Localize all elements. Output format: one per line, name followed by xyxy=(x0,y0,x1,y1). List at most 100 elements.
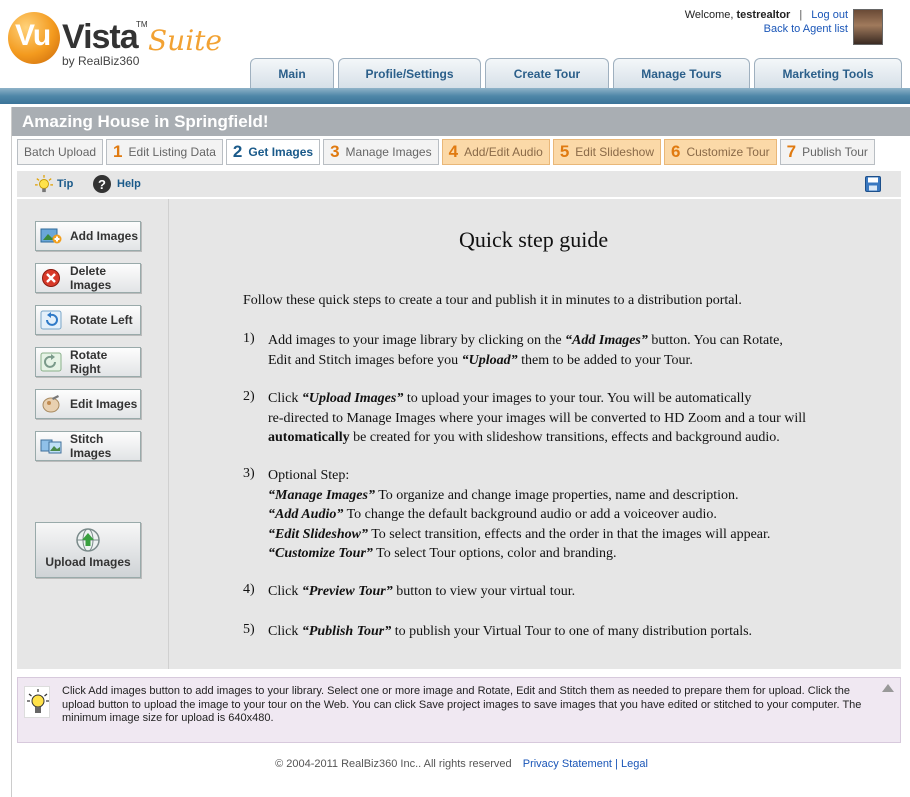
collapse-up-icon[interactable] xyxy=(882,684,894,692)
step-text: Edit and Stitch images before you xyxy=(268,352,462,368)
upload-images-button[interactable]: Upload Images xyxy=(35,522,141,578)
tab-marketing-tools[interactable]: Marketing Tools xyxy=(754,58,902,88)
rotate-left-label: Rotate Left xyxy=(70,313,133,327)
tab-create-tour[interactable]: Create Tour xyxy=(485,58,609,88)
logo-byline: by RealBiz360 xyxy=(62,54,140,68)
step-label: Edit Listing Data xyxy=(128,145,216,159)
lightbulb-icon xyxy=(35,175,53,193)
rotate-right-button[interactable]: Rotate Right xyxy=(35,347,141,377)
step-edit-listing-data[interactable]: 1 Edit Listing Data xyxy=(106,139,223,165)
upload-images-label: Upload Images xyxy=(45,555,131,569)
help-label: Help xyxy=(117,178,141,190)
step-manage-images[interactable]: 3 Manage Images xyxy=(323,139,439,165)
rotate-left-icon xyxy=(40,310,62,330)
welcome-separator: | xyxy=(799,9,803,21)
step-text: re-directed to Manage Images where your … xyxy=(268,410,807,426)
step-number: 5 xyxy=(559,142,570,161)
step-emphasis: “Preview Tour” xyxy=(301,584,393,599)
step-number: 7 xyxy=(786,142,797,161)
step-marker: 1) xyxy=(243,331,255,346)
tab-manage-tours[interactable]: Manage Tours xyxy=(613,58,750,88)
toolbar: Tip ? Help xyxy=(17,171,901,197)
step-emphasis: “Add Images” xyxy=(565,333,648,348)
step-label: Batch Upload xyxy=(24,145,97,159)
logout-link[interactable]: Log out xyxy=(811,9,848,21)
step-emphasis: “Upload” xyxy=(461,352,518,368)
logo-vista: Vista xyxy=(62,18,139,56)
step-number: 3 xyxy=(330,142,340,161)
step-number: 2 xyxy=(232,142,243,161)
step-label: Customize Tour xyxy=(686,145,770,159)
page-title: Amazing House in Springfield! xyxy=(22,112,269,131)
rotate-right-label: Rotate Right xyxy=(70,348,108,376)
step-text: To change the default background audio o… xyxy=(343,507,717,522)
welcome-area: Welcome, testrealtor | Log out xyxy=(685,9,848,21)
tip-label: Tip xyxy=(57,178,74,190)
legal-link[interactable]: Legal xyxy=(621,758,648,770)
upload-globe-icon xyxy=(76,528,100,552)
stitch-icon xyxy=(40,439,62,454)
username: testrealtor xyxy=(736,9,791,21)
step-text: button. You can Rotate, xyxy=(647,333,783,348)
step-emphasis: “Customize Tour” xyxy=(268,546,373,561)
step-add-edit-audio[interactable]: 4 Add/Edit Audio xyxy=(441,139,550,165)
step-marker: 5) xyxy=(243,622,255,637)
avatar xyxy=(853,9,883,45)
step-marker: 4) xyxy=(243,582,255,597)
rotate-right-icon xyxy=(40,352,62,372)
info-panel: Click Add images button to add images to… xyxy=(17,677,901,743)
info-text: Click Add images button to add images to… xyxy=(62,685,862,724)
help-button[interactable]: ? Help xyxy=(93,175,141,193)
vuvista-logo: Vu Vista TM Suite by RealBiz360 xyxy=(6,8,226,70)
privacy-link[interactable]: Privacy Statement xyxy=(523,758,612,770)
step-text: Click xyxy=(268,391,302,406)
step-text: Add images to your image library by clic… xyxy=(268,333,566,348)
footer: © 2004-2011 RealBiz360 Inc.. All rights … xyxy=(12,758,910,770)
edit-images-button[interactable]: Edit Images xyxy=(35,389,141,419)
step-emphasis: “Edit Slideshow” xyxy=(268,526,368,542)
rotate-left-button[interactable]: Rotate Left xyxy=(35,305,141,335)
step-text: To organize and change image properties,… xyxy=(374,487,739,503)
tab-main[interactable]: Main xyxy=(250,58,334,88)
copyright: © 2004-2011 RealBiz360 Inc.. All rights … xyxy=(275,758,512,770)
stitch-images-label: Stitch Images xyxy=(70,432,112,460)
edit-images-label: Edit Images xyxy=(70,397,138,411)
step-get-images[interactable]: 2 Get Images xyxy=(225,139,321,165)
step-label: Get Images xyxy=(248,145,314,159)
back-to-agent-list-link[interactable]: Back to Agent list xyxy=(764,23,848,35)
step-label: Publish Tour xyxy=(802,145,868,159)
step-publish-tour[interactable]: 7 Publish Tour xyxy=(779,139,875,165)
tab-profile-settings[interactable]: Profile/Settings xyxy=(338,58,481,88)
step-number: 4 xyxy=(448,142,459,161)
tip-button[interactable]: Tip xyxy=(35,175,73,193)
nav-bar xyxy=(0,88,910,104)
wizard-steps: Batch Upload 1 Edit Listing Data 2 Get I… xyxy=(17,139,875,165)
main-nav: Main Profile/Settings Create Tour Manage… xyxy=(250,58,902,88)
main-container: Amazing House in Springfield! Batch Uplo… xyxy=(11,107,910,797)
step-number: 1 xyxy=(113,142,123,161)
info-bulb xyxy=(24,686,50,718)
step-text: them to be added to your Tour. xyxy=(517,352,693,368)
stitch-images-button[interactable]: Stitch Images xyxy=(35,431,141,461)
step-text: To select transition, effects and the or… xyxy=(367,526,771,542)
step-edit-slideshow[interactable]: 5 Edit Slideshow xyxy=(552,139,661,165)
step-marker: 2) xyxy=(243,389,255,404)
step-label: Manage Images xyxy=(345,145,432,159)
step-emphasis: “Publish Tour” xyxy=(301,624,392,639)
step-batch-upload[interactable]: Batch Upload xyxy=(17,139,104,165)
step-text: Click xyxy=(268,584,302,599)
step-text: button to view your virtual tour. xyxy=(392,584,576,599)
step-text: Click xyxy=(268,624,302,639)
step-text: Optional Step: xyxy=(268,468,350,483)
logo-suite: Suite xyxy=(148,24,222,57)
guide-intro: Follow these quick steps to create a tou… xyxy=(243,293,742,308)
add-images-button[interactable]: Add Images xyxy=(35,221,141,251)
lightbulb-icon xyxy=(27,689,49,713)
step-label: Edit Slideshow xyxy=(575,145,654,159)
step-customize-tour[interactable]: 6 Customize Tour xyxy=(664,139,777,165)
logo-vu: Vu xyxy=(15,19,51,52)
delete-images-button[interactable]: Delete Images xyxy=(35,263,141,293)
save-icon[interactable] xyxy=(865,176,881,192)
add-images-label: Add Images xyxy=(70,229,139,243)
logo-tm: TM xyxy=(136,20,148,29)
